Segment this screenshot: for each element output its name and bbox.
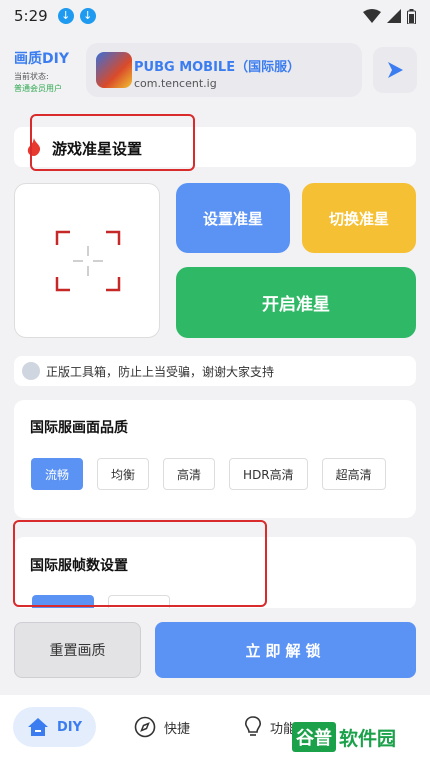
download-icon: ↓ <box>57 8 74 24</box>
quality-options: 流畅 均衡 高清 HDR高清 超高清 <box>31 458 386 490</box>
quality-option-hdr[interactable]: HDR高清 <box>229 458 308 490</box>
bulb-icon <box>244 716 262 738</box>
crosshair-icon <box>55 230 121 292</box>
tab-label: DIY <box>57 719 83 735</box>
app-package: com.tencent.ig <box>134 77 217 90</box>
highlight-box <box>13 520 267 607</box>
app-icon <box>96 52 132 88</box>
mascot-icon <box>22 362 40 380</box>
quality-option-balanced[interactable]: 均衡 <box>97 458 150 490</box>
compass-icon <box>134 716 156 738</box>
play-icon <box>388 62 403 78</box>
signal-icon <box>387 9 401 23</box>
status-bar: 5:29 ↓ ↓ <box>0 0 430 32</box>
watermark: 谷普 软件园 <box>292 718 422 756</box>
bottom-actions: 重置画质 立即解锁 <box>0 608 430 690</box>
tab-shortcut[interactable]: 快捷 <box>134 707 190 747</box>
tab-features[interactable]: 功能 <box>244 707 296 747</box>
set-crosshair-button[interactable]: 设置准星 <box>176 183 290 253</box>
selected-app[interactable]: PUBG MOBILE（国际服） com.tencent.ig <box>86 43 362 97</box>
brand-status-label: 当前状态: <box>14 72 49 81</box>
status-time: 5:29 <box>14 7 48 25</box>
watermark-part2: 软件园 <box>339 727 397 750</box>
brand: 画质DIY 当前状态: 普通会员用户 <box>14 48 69 94</box>
home-icon <box>27 717 49 737</box>
quality-section-title: 国际服画面品质 <box>30 420 128 436</box>
quality-option-hd[interactable]: 高清 <box>163 458 216 490</box>
watermark-part1: 谷普 <box>292 722 336 752</box>
download-icon: ↓ <box>79 8 96 24</box>
launch-game-button[interactable] <box>373 47 417 93</box>
crosshair-preview <box>14 183 160 338</box>
notice-bar: 正版工具箱，防止上当受骗，谢谢大家支持 <box>14 356 416 386</box>
tab-diy[interactable]: DIY <box>13 707 97 747</box>
quality-card: 国际服画面品质 流畅 均衡 高清 HDR高清 超高清 <box>14 400 416 518</box>
brand-user-type: 普通会员用户 <box>14 84 62 93</box>
enable-crosshair-button[interactable]: 开启准星 <box>176 267 416 338</box>
reset-quality-button[interactable]: 重置画质 <box>14 622 141 678</box>
highlight-box <box>30 114 195 171</box>
battery-icon <box>407 8 416 24</box>
switch-crosshair-button[interactable]: 切换准星 <box>302 183 416 253</box>
quality-option-ultra[interactable]: 超高清 <box>321 458 386 490</box>
header: 画质DIY 当前状态: 普通会员用户 PUBG MOBILE（国际服） com.… <box>0 38 430 102</box>
brand-title: 画质DIY <box>14 51 69 67</box>
quality-option-smooth[interactable]: 流畅 <box>31 458 84 490</box>
notice-text: 正版工具箱，防止上当受骗，谢谢大家支持 <box>46 364 275 379</box>
app-name: PUBG MOBILE（国际服） <box>134 60 301 75</box>
tab-label: 快捷 <box>164 721 191 737</box>
wifi-icon <box>363 9 381 23</box>
unlock-button[interactable]: 立即解锁 <box>155 622 416 678</box>
